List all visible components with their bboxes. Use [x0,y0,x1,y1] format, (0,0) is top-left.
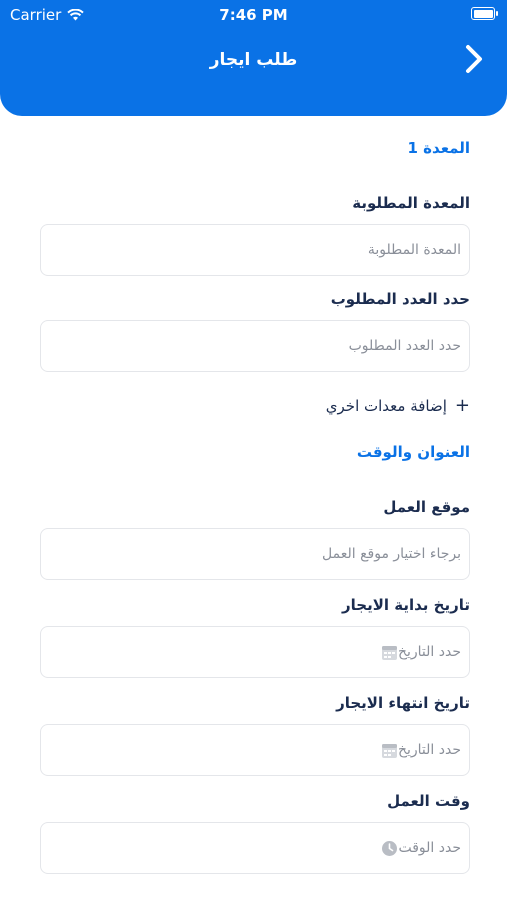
rental-form: المعدة 1 المعدة المطلوبة المعدة المطلوبة… [38,116,470,874]
plus-icon: + [454,395,470,416]
add-more-label: إضافة معدات اخري [325,397,447,415]
equipment-field[interactable]: المعدة المطلوبة [40,224,470,276]
start-date-field[interactable]: حدد التاريخ [40,626,470,678]
work-time-placeholder: حدد الوقت [398,840,461,856]
start-date-placeholder: حدد التاريخ [397,644,461,660]
status-time: 7:46 PM [219,6,288,24]
location-placeholder: برجاء اختيار موقع العمل [322,546,461,562]
count-placeholder: حدد العدد المطلوب [348,338,461,354]
section-title-address-time: العنوان والوقت [356,443,470,461]
location-label: موقع العمل [383,498,470,516]
back-chevron-icon[interactable] [459,42,489,76]
work-time-label: وقت العمل [387,792,470,810]
equipment-label: المعدة المطلوبة [352,194,470,212]
end-date-field[interactable]: حدد التاريخ [40,724,470,776]
app-header: Carrier 7:46 PM طلب ايجار [0,0,507,116]
location-field[interactable]: برجاء اختيار موقع العمل [40,528,470,580]
equipment-placeholder: المعدة المطلوبة [367,242,461,258]
start-date-label: تاريخ بداية الايجار [342,596,470,614]
work-time-field[interactable]: حدد الوقت [40,822,470,874]
status-bar: Carrier 7:46 PM [0,0,507,28]
calendar-icon [381,644,398,661]
count-field[interactable]: حدد العدد المطلوب [40,320,470,372]
calendar-icon [381,742,398,759]
battery-icon [471,7,498,20]
add-more-equipment-button[interactable]: + إضافة معدات اخري [38,392,470,420]
end-date-placeholder: حدد التاريخ [397,742,461,758]
end-date-label: تاريخ انتهاء الايجار [336,694,470,712]
page-title: طلب ايجار [209,50,298,70]
clock-icon [381,840,398,857]
count-label: حدد العدد المطلوب [330,290,470,308]
section-title-equipment: المعدة 1 [407,139,470,157]
